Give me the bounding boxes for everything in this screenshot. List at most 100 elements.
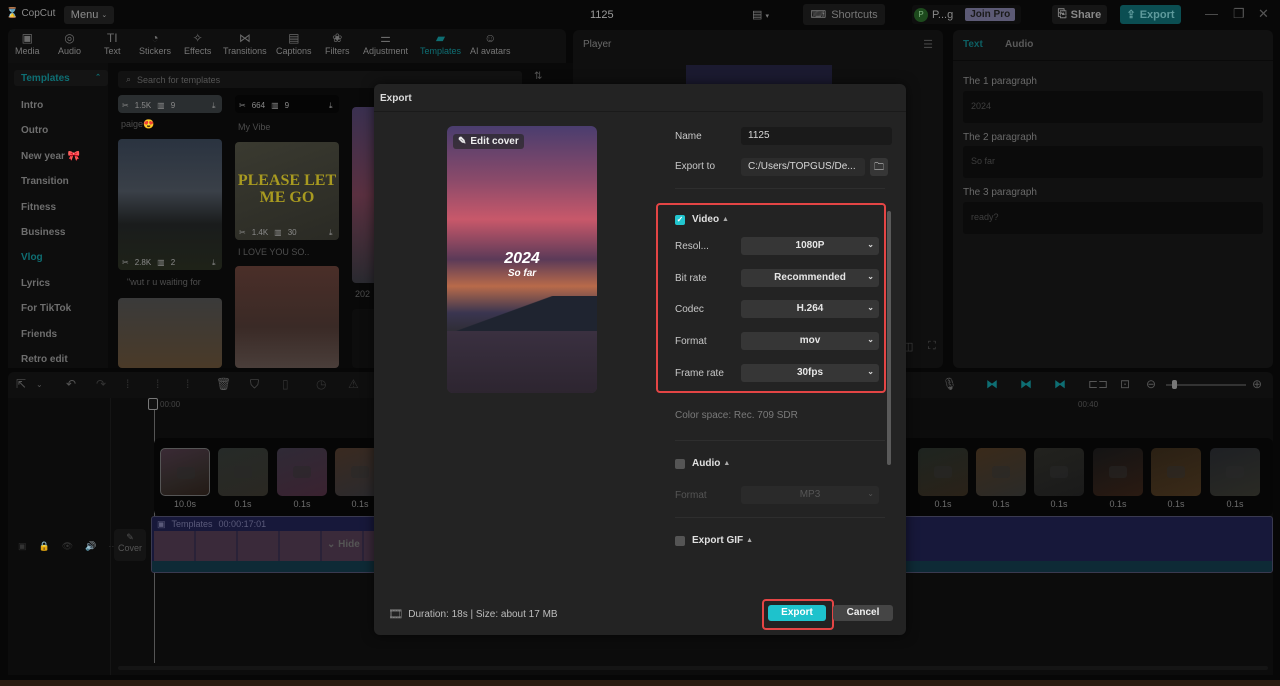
redo-icon[interactable]: ↷ — [96, 377, 106, 391]
template-card[interactable]: ✂ 664 ▥ 9 ⤓ — [235, 95, 339, 113]
zoom-slider[interactable] — [1166, 380, 1246, 389]
mirror-icon[interactable]: ⚠ — [348, 377, 359, 391]
timeline-scrollbar[interactable] — [118, 666, 1268, 670]
download-icon[interactable]: ⤓ — [329, 101, 333, 111]
template-card[interactable]: ✂ 2.8K ▥ 2 ⤓ — [118, 139, 222, 270]
export-button[interactable]: Export — [768, 605, 826, 621]
menu-button[interactable]: Menu ⌄ — [64, 6, 114, 24]
cover-preview[interactable]: ✎ Edit cover 2024 So far — [447, 126, 597, 393]
zoom-out-icon[interactable]: ⊖ — [1146, 377, 1156, 391]
template-clip[interactable] — [1034, 448, 1084, 496]
volume-icon[interactable]: 🔊 — [85, 541, 96, 552]
chevron-down-icon[interactable]: ⌄ — [36, 380, 43, 389]
category-item[interactable]: Lyrics — [21, 278, 50, 289]
split-view-icon[interactable]: ⊏⊐ — [1088, 377, 1108, 391]
format-select[interactable]: mov ⌄ — [741, 332, 879, 350]
template-card[interactable] — [118, 298, 222, 368]
share-button[interactable]: ⎘ Share — [1052, 5, 1107, 24]
template-clip[interactable] — [218, 448, 268, 496]
tab-audio[interactable]: ◎ Audio — [58, 31, 81, 56]
tab-text[interactable]: Text — [963, 39, 983, 50]
download-icon[interactable]: ⤓ — [212, 258, 216, 268]
shortcuts-button[interactable]: ⌨ Shortcuts — [803, 4, 885, 25]
category-item[interactable]: For TikTok — [21, 303, 71, 314]
select-tool-icon[interactable]: ⇱ — [16, 377, 26, 391]
download-icon[interactable]: ⤓ — [212, 101, 216, 111]
split-icon[interactable]: ⁞ — [126, 377, 129, 391]
tab-media[interactable]: ▣ Media — [15, 31, 40, 56]
template-clip[interactable] — [277, 448, 327, 496]
cancel-button[interactable]: Cancel — [833, 605, 893, 621]
paragraph-input[interactable]: ready? — [963, 202, 1263, 234]
framerate-select[interactable]: 30fps ⌄ — [741, 364, 879, 382]
category-item[interactable]: Intro — [21, 100, 43, 111]
lock-icon[interactable]: 🔒 — [39, 541, 50, 552]
template-card[interactable]: PLEASE LET ME GO ✂ 1.4K ▥ 30 ⤓ — [235, 142, 339, 240]
gif-section-header[interactable]: Export GIF ▲ — [675, 535, 753, 546]
close-icon[interactable]: ✕ — [1258, 6, 1269, 22]
tab-adjustment[interactable]: ⚌ Adjustment — [363, 31, 408, 56]
category-item[interactable]: New year 🎀 — [21, 151, 80, 162]
category-item[interactable]: Retro edit — [21, 354, 68, 365]
template-clip[interactable] — [1093, 448, 1143, 496]
play-reverse-icon[interactable]: ◷ — [316, 377, 326, 391]
join-pro-button[interactable]: Join Pro — [965, 8, 1016, 21]
video-checkbox[interactable]: ✓ — [675, 214, 685, 225]
template-clip[interactable] — [1151, 448, 1201, 496]
category-item[interactable]: Fitness — [21, 202, 56, 213]
trim-left-icon[interactable]: ⁞ — [156, 377, 159, 391]
template-clip[interactable] — [160, 448, 210, 496]
template-clip[interactable] — [976, 448, 1026, 496]
edit-cover-button[interactable]: ✎ Edit cover — [453, 134, 524, 149]
trim-right-icon[interactable]: ⁞ — [186, 377, 189, 391]
freeze-icon[interactable]: ▯ — [282, 377, 289, 391]
filter-icon[interactable]: ⇅ — [534, 71, 542, 82]
gif-checkbox[interactable] — [675, 535, 685, 546]
tab-ai-avatars[interactable]: ☺ AI avatars — [470, 31, 511, 56]
template-card[interactable]: ✂ 1.5K ▥ 9 ⤓ — [118, 95, 222, 113]
tab-text[interactable]: TI Text — [104, 31, 121, 56]
tab-captions[interactable]: ▤ Captions — [276, 31, 312, 56]
codec-select[interactable]: H.264 ⌄ — [741, 300, 879, 318]
minimize-icon[interactable]: — — [1205, 6, 1218, 21]
tab-audio[interactable]: Audio — [1005, 39, 1033, 50]
category-item-active[interactable]: Vlog — [21, 252, 43, 263]
audio-section-header[interactable]: Audio ▲ — [675, 458, 730, 469]
category-item[interactable]: Friends — [21, 329, 57, 340]
tab-templates[interactable]: ▰ Templates — [420, 31, 461, 56]
fullscreen-icon[interactable]: ⛶ — [928, 340, 936, 353]
paragraph-input[interactable]: 2024 — [963, 91, 1263, 123]
undo-icon[interactable]: ↶ — [66, 377, 76, 391]
visibility-icon[interactable]: 👁 — [62, 541, 73, 552]
preview-axis-icon[interactable]: ⧓ — [1054, 377, 1066, 391]
name-input[interactable]: 1125 — [741, 127, 892, 145]
top-export-button[interactable]: ⇪ Export — [1120, 5, 1181, 24]
microphone-icon[interactable]: 🎙 — [942, 377, 957, 391]
audio-format-select[interactable]: MP3 ⌄ — [741, 486, 879, 504]
snap-icon[interactable]: ⧓ — [986, 377, 998, 391]
track-video-icon[interactable]: ▣ — [18, 541, 27, 552]
category-item[interactable]: Business — [21, 227, 65, 238]
template-card[interactable] — [235, 266, 339, 368]
layout-button[interactable]: ▤ ▾ — [752, 8, 769, 21]
settings-scrollbar[interactable] — [887, 211, 891, 465]
paragraph-input[interactable]: So far — [963, 146, 1263, 178]
link-icon[interactable]: ⧓ — [1020, 377, 1032, 391]
folder-icon[interactable]: 🗀 — [870, 158, 888, 176]
export-path-input[interactable]: C:/Users/TOPGUS/De... — [741, 158, 865, 176]
delete-icon[interactable]: 🗑 — [216, 377, 231, 391]
hide-button[interactable]: ⌄ Hide — [327, 539, 360, 550]
category-header-templates[interactable]: Templates ⌃ — [14, 70, 108, 86]
bitrate-select[interactable]: Recommended ⌄ — [741, 269, 879, 287]
category-item[interactable]: Transition — [21, 176, 69, 187]
tab-stickers[interactable]: ◔ Stickers — [139, 31, 171, 56]
template-clip[interactable] — [918, 448, 968, 496]
zoom-in-icon[interactable]: ⊕ — [1252, 377, 1262, 391]
category-item[interactable]: Outro — [21, 125, 48, 136]
video-section-header[interactable]: ✓ Video ▲ — [675, 214, 729, 225]
cover-button[interactable]: ✎ Cover — [114, 529, 146, 561]
tab-filters[interactable]: ❀ Filters — [325, 31, 350, 56]
zoom-fit-icon[interactable]: ⊡ — [1120, 377, 1130, 391]
template-clip[interactable] — [1210, 448, 1260, 496]
player-menu-icon[interactable]: ☰ — [923, 38, 933, 51]
